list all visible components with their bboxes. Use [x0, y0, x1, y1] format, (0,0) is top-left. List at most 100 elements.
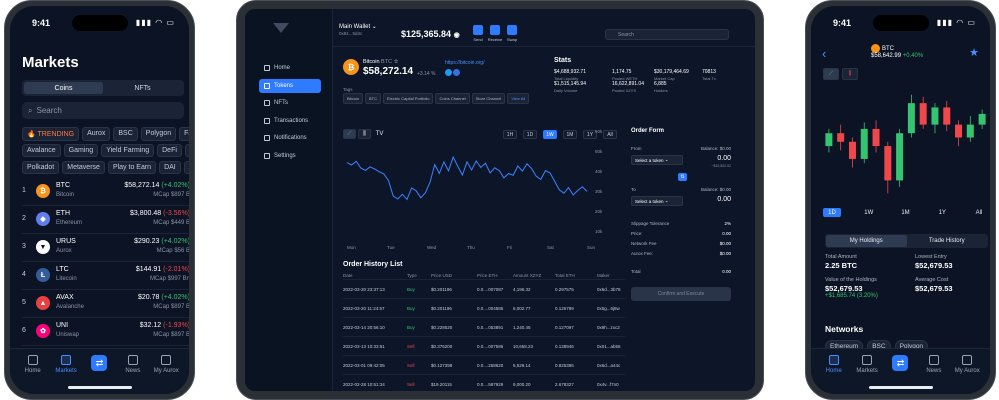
- aurox-logo: [273, 23, 289, 33]
- category-chip[interactable]: Metaverse: [62, 161, 105, 174]
- stat-value: 1,174.75: [612, 69, 632, 75]
- social-icons: [445, 69, 461, 78]
- tag-chip[interactable]: BTC: [365, 93, 382, 104]
- category-chips-row-2: AvalanceGamingYield FarmingDeFiNFT: [22, 144, 189, 157]
- segment-my-holdings[interactable]: My Holdings: [826, 235, 907, 247]
- lowest-entry-label: Lowest Entry: [915, 254, 947, 260]
- timeframe-1m[interactable]: 1M: [897, 208, 915, 217]
- category-chip[interactable]: DeFi: [157, 144, 182, 157]
- total-amount-value: 2.25 BTC: [825, 261, 858, 270]
- table-cell: 5,529.14: [513, 363, 531, 368]
- tab-my-aurox[interactable]: My Aurox: [952, 349, 982, 394]
- coin-price: $290.23 (+4.02%): [134, 238, 189, 245]
- tag-chip[interactable]: Bitcoin: [343, 93, 364, 104]
- receive-button[interactable]: [490, 25, 500, 35]
- tag-chip[interactable]: Store Channel: [471, 93, 506, 104]
- category-chip[interactable]: Aurox: [82, 127, 111, 141]
- line-chart-toggle[interactable]: ⟋: [823, 68, 839, 80]
- coin-row[interactable]: 2 ◆ ETH Ethereum $3,800.48 (-3.56%) MCap $449 …: [22, 208, 189, 234]
- coin-row[interactable]: 3 ▼ URUS Aurox $290.23 (+4.02%) MCap $56 B: [22, 236, 189, 262]
- table-row[interactable]: 2022-03-20 23:37:13 Buy $0.201196 0.0....00…: [343, 280, 625, 299]
- category-chip[interactable]: 🔥 TRENDING: [22, 127, 80, 141]
- category-chip[interactable]: Play to Earn: [107, 161, 157, 174]
- nav-label: Home: [274, 65, 291, 71]
- candle-chart-toggle[interactable]: ⫼: [842, 68, 858, 80]
- coin-row[interactable]: 4 Ł LTC Litecoin $144.91 (-2.01%) MCap $997 Bn: [22, 264, 189, 290]
- category-chip[interactable]: Fantom: [179, 127, 189, 141]
- coin-change: (+4.02%): [161, 182, 189, 189]
- category-chip[interactable]: Avalance: [22, 144, 61, 157]
- category-chip[interactable]: Avalanche: [183, 161, 189, 174]
- table-row[interactable]: 2022-03-13 10:33:51 Sell $0.376200 0.0....0…: [343, 337, 625, 356]
- timeframe-1d[interactable]: 1D: [823, 208, 841, 217]
- coins-nfts-segment: Coins NFTs: [22, 80, 184, 96]
- tag-chip[interactable]: Coins Channel: [435, 93, 470, 104]
- timeframe-1w[interactable]: 1W: [860, 208, 878, 217]
- coin-name: Aurox: [56, 248, 72, 254]
- nav-notifications[interactable]: Notifications: [259, 131, 321, 145]
- nav-nfts[interactable]: NFTs: [259, 96, 321, 110]
- segment-trade-history[interactable]: Trade History: [907, 235, 988, 247]
- twitter-icon[interactable]: [445, 69, 452, 76]
- eye-icon[interactable]: ◉: [454, 32, 460, 39]
- order-form-row-value: 0.00: [722, 231, 731, 236]
- table-row[interactable]: 2022-02-28 10:51:34 Sell $19.20115 0.0....5…: [343, 375, 625, 391]
- category-chip[interactable]: NFT: [184, 144, 189, 157]
- category-chip[interactable]: DAI: [159, 161, 181, 174]
- coin-row[interactable]: 5 ▲ AVAX Avalanche $20.78 (+4.02%) MCap $897 B: [22, 292, 189, 318]
- token-website-link[interactable]: https://bitcoin.org/: [445, 60, 484, 66]
- to-amount[interactable]: 0.00: [717, 196, 731, 203]
- segment-coins[interactable]: Coins: [24, 82, 103, 94]
- category-chip[interactable]: BSC: [113, 127, 138, 141]
- from-label: From: [631, 146, 642, 151]
- candle-body: [978, 113, 986, 125]
- nav-home[interactable]: Home: [259, 61, 321, 75]
- to-select-label: Select a token: [635, 198, 664, 204]
- category-chip[interactable]: Yield Farming: [101, 144, 155, 157]
- category-chip[interactable]: Polygon: [140, 127, 177, 141]
- coin-row[interactable]: 6 ✿ UNI Uniswap $32.12 (-1.93%) MCap $897 B: [22, 320, 189, 346]
- confirm-execute-button[interactable]: Confirm and Execute: [631, 287, 731, 301]
- tag-chip[interactable]: Electric Capital Portfolio: [383, 93, 434, 104]
- tab-home[interactable]: Home: [819, 349, 849, 394]
- wallet-selector[interactable]: Main Wallet ⌄ 0x81...5d4c: [339, 23, 377, 36]
- table-cell: 4,196.32: [513, 287, 531, 292]
- nav-tokens[interactable]: Tokens: [259, 78, 321, 93]
- back-chevron-icon[interactable]: ‹: [822, 46, 826, 61]
- to-token-select[interactable]: Select a token ⌄: [631, 196, 683, 206]
- stat-label: Daily Volume: [554, 88, 578, 93]
- nav-settings[interactable]: Settings: [259, 149, 321, 163]
- table-cell: 0x6d...a44c: [597, 363, 621, 368]
- send-button[interactable]: [473, 25, 483, 35]
- coin-symbol: AVAX: [56, 294, 74, 301]
- table-cell: Sell: [407, 382, 415, 387]
- column-header: Total ETH: [555, 273, 575, 278]
- tablet-search-input[interactable]: Search: [605, 29, 729, 40]
- receive-label: Receive: [487, 37, 503, 42]
- from-amount[interactable]: 0.00: [717, 155, 731, 162]
- x-axis-label: Fri: [507, 245, 512, 250]
- coin-row[interactable]: 1 ₿ BTC Bitcoin $58,272.14 (+4.02%) MCap $897 …: [22, 180, 189, 206]
- table-row[interactable]: 2022-03-20 11:24:57 Buy $0.201196 0.0....00…: [343, 299, 625, 318]
- timeframe-all[interactable]: All: [970, 208, 988, 217]
- swap-direction-button[interactable]: ⇅: [678, 173, 687, 181]
- facebook-icon[interactable]: [453, 69, 461, 76]
- table-cell: 2022-03-13 10:33:51: [343, 344, 385, 349]
- category-chip[interactable]: Gaming: [63, 144, 99, 157]
- segment-nfts[interactable]: NFTs: [103, 82, 182, 94]
- nav-transactions[interactable]: Transactions: [259, 114, 321, 128]
- view-all-tags-link[interactable]: View All: [507, 93, 530, 104]
- tab-home[interactable]: Home: [18, 349, 48, 394]
- search-input[interactable]: ⌕ Search: [22, 102, 184, 119]
- timeframe-1y[interactable]: 1Y: [933, 208, 951, 217]
- from-token-select[interactable]: Select a token ⌄: [631, 155, 683, 165]
- coin-symbol: BTC: [56, 182, 70, 189]
- timeframe-all[interactable]: All: [603, 130, 617, 139]
- table-row[interactable]: 2022-03-01 09:42:05 Sell $0.127398 0.0....2…: [343, 356, 625, 375]
- category-chip[interactable]: Polkadot: [22, 161, 60, 174]
- swap-button[interactable]: [507, 25, 517, 35]
- stats-panel: Stats $4,688,932.71 Total Liquidity 1,174.…: [554, 57, 744, 93]
- star-icon[interactable]: ★: [969, 46, 979, 59]
- table-row[interactable]: 2022-03-14 20:56:10 Buy $0.228520 0.0....05…: [343, 318, 625, 337]
- tab-my-aurox[interactable]: My Aurox: [151, 349, 181, 394]
